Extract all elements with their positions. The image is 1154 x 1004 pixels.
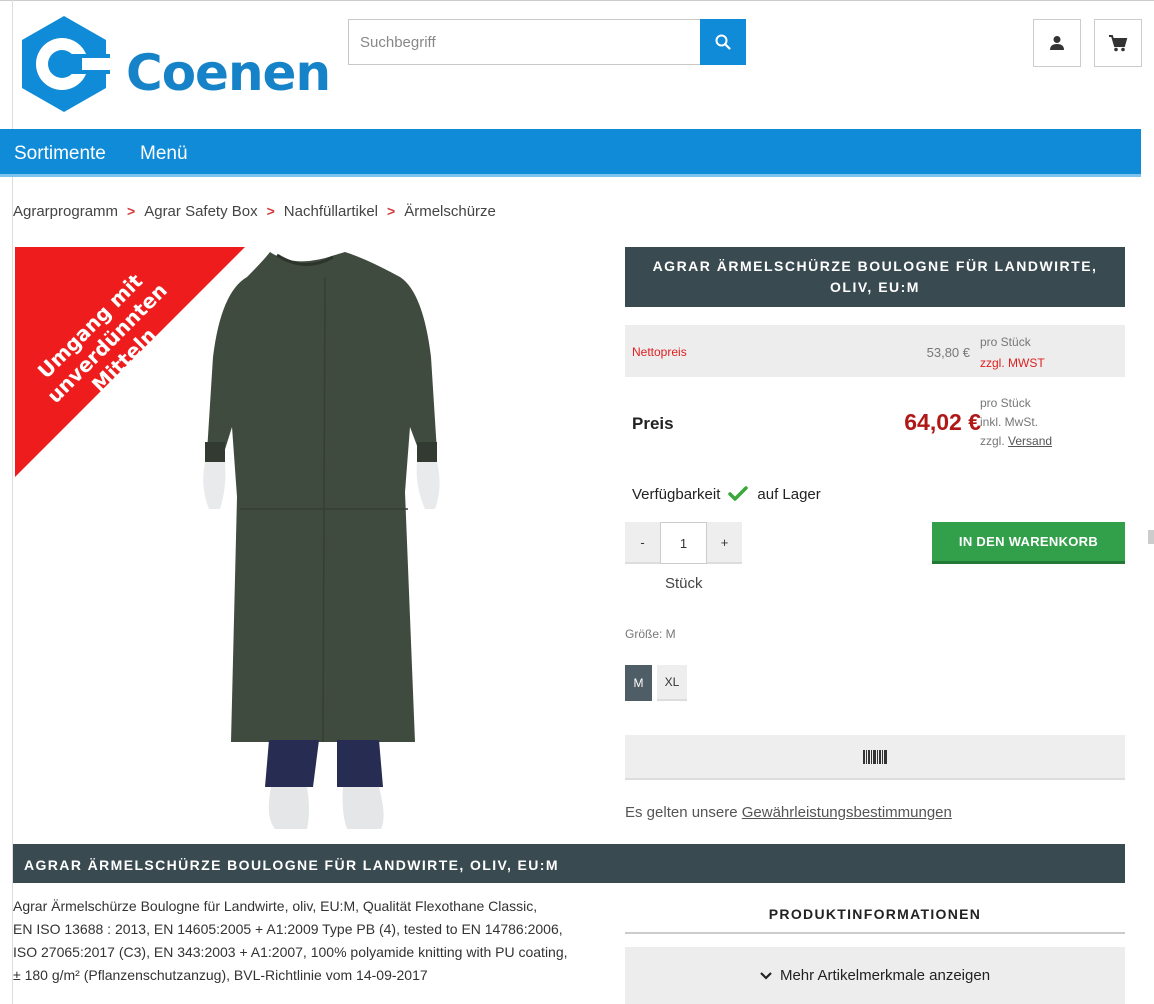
logo-hexagon-icon bbox=[22, 16, 112, 112]
availability-label: Verfügbarkeit bbox=[632, 485, 721, 503]
net-price-value: 53,80 € bbox=[926, 345, 970, 360]
warranty-prefix: Es gelten unsere bbox=[625, 804, 738, 821]
breadcrumb: Agrarprogramm > Agrar Safety Box > Nachfülla… bbox=[13, 203, 496, 220]
product-title: AGRAR ÄRMELSCHÜRZE BOULOGNE FÜR LANDWIRT… bbox=[625, 247, 1125, 307]
net-price-unit: pro Stück bbox=[980, 335, 1031, 349]
checkmark-icon bbox=[728, 486, 749, 501]
cart-button[interactable] bbox=[1094, 19, 1142, 67]
chevron-down-icon bbox=[760, 971, 772, 980]
availability-value: auf Lager bbox=[757, 485, 821, 503]
warranty-note: Es gelten unsere Gewährleistungsbestimmu… bbox=[625, 804, 952, 821]
availability: Verfügbarkeit auf Lager bbox=[632, 485, 821, 503]
price-tax: inkl. MwSt. bbox=[980, 415, 1039, 429]
chevron-right-icon: > bbox=[266, 203, 275, 219]
search-icon bbox=[715, 34, 731, 50]
add-to-cart-button[interactable]: IN DEN WARENKORB bbox=[932, 522, 1125, 564]
quantity-decrease-button[interactable]: - bbox=[625, 522, 660, 564]
coenen-logo[interactable]: Coenen bbox=[14, 14, 331, 114]
breadcrumb-item[interactable]: Agrarprogramm bbox=[13, 203, 118, 220]
product-info-title: PRODUKTINFORMATIONEN bbox=[768, 906, 982, 922]
net-price-label: Nettopreis bbox=[632, 345, 687, 359]
nav-item-sortimente[interactable]: Sortimente bbox=[14, 143, 106, 165]
product-info-divider bbox=[625, 932, 1125, 934]
description-line: ISO 27065:2017 (C3), EN 343:2003 + A1:20… bbox=[13, 944, 568, 960]
size-label: Größe: M bbox=[625, 627, 676, 641]
warranty-link[interactable]: Gewährleistungsbestimmungen bbox=[742, 804, 952, 821]
net-price-row: Nettopreis 53,80 € pro Stück zzgl. MWST bbox=[625, 325, 1125, 377]
price-meta: pro Stück inkl. MwSt. zzgl. Versand bbox=[980, 394, 1052, 451]
chevron-right-icon: > bbox=[127, 203, 136, 219]
net-price-tax: zzgl. MWST bbox=[980, 356, 1045, 370]
product-title-line: AGRAR ÄRMELSCHÜRZE BOULOGNE FÜR LANDWIRT… bbox=[652, 258, 1098, 274]
description-text: Agrar Ärmelschürze Boulogne für Landwirt… bbox=[13, 895, 625, 987]
search-box bbox=[348, 19, 746, 65]
show-more-attributes-button[interactable]: Mehr Artikelmerkmale anzeigen bbox=[625, 947, 1125, 1004]
account-button[interactable] bbox=[1033, 19, 1081, 67]
size-selector: M XL bbox=[625, 665, 687, 701]
shipping-link[interactable]: Versand bbox=[1008, 434, 1052, 448]
price-value: 64,02 € bbox=[904, 409, 981, 435]
shipping-prefix: zzgl. bbox=[980, 434, 1005, 448]
user-icon bbox=[1050, 36, 1064, 50]
description-line: Agrar Ärmelschürze Boulogne für Landwirt… bbox=[13, 898, 538, 914]
price-label: Preis bbox=[632, 414, 674, 433]
shopping-cart-icon bbox=[1109, 35, 1128, 52]
quantity-unit: Stück bbox=[665, 575, 703, 592]
barcode-button[interactable] bbox=[625, 735, 1125, 780]
size-option-m[interactable]: M bbox=[625, 665, 652, 701]
description-heading: AGRAR ÄRMELSCHÜRZE BOULOGNE FÜR LANDWIRT… bbox=[13, 844, 1125, 883]
size-option-xl[interactable]: XL bbox=[657, 665, 687, 701]
scrollbar-thumb[interactable] bbox=[1148, 530, 1154, 544]
show-more-label: Mehr Artikelmerkmale anzeigen bbox=[779, 967, 991, 984]
quantity-increase-button[interactable]: + bbox=[707, 522, 742, 564]
description-line: ± 180 g/m² (Pflanzenschutzanzug), BVL-Ri… bbox=[13, 967, 428, 983]
search-button[interactable] bbox=[700, 19, 746, 65]
price-unit: pro Stück bbox=[980, 396, 1031, 410]
description-line: EN ISO 13688 : 2013, EN 14605:2005 + A1:… bbox=[13, 921, 563, 937]
search-input[interactable] bbox=[349, 20, 699, 64]
chevron-right-icon: > bbox=[387, 203, 396, 219]
nav-item-menu[interactable]: Menü bbox=[140, 143, 188, 165]
breadcrumb-item-current: Ärmelschürze bbox=[404, 203, 496, 220]
breadcrumb-item[interactable]: Agrar Safety Box bbox=[144, 203, 257, 220]
quantity-stepper: - 1 + bbox=[625, 522, 742, 564]
logo-text: Coenen bbox=[126, 44, 331, 102]
product-title-line: OLIV, EU:M bbox=[830, 279, 920, 295]
breadcrumb-item[interactable]: Nachfüllartikel bbox=[284, 203, 378, 220]
main-navigation: Sortimente Menü bbox=[0, 129, 1141, 177]
product-image[interactable]: Umgang mit unverdünnten Mitteln bbox=[15, 247, 615, 833]
quantity-input[interactable]: 1 bbox=[660, 522, 707, 564]
barcode-icon bbox=[863, 749, 887, 764]
